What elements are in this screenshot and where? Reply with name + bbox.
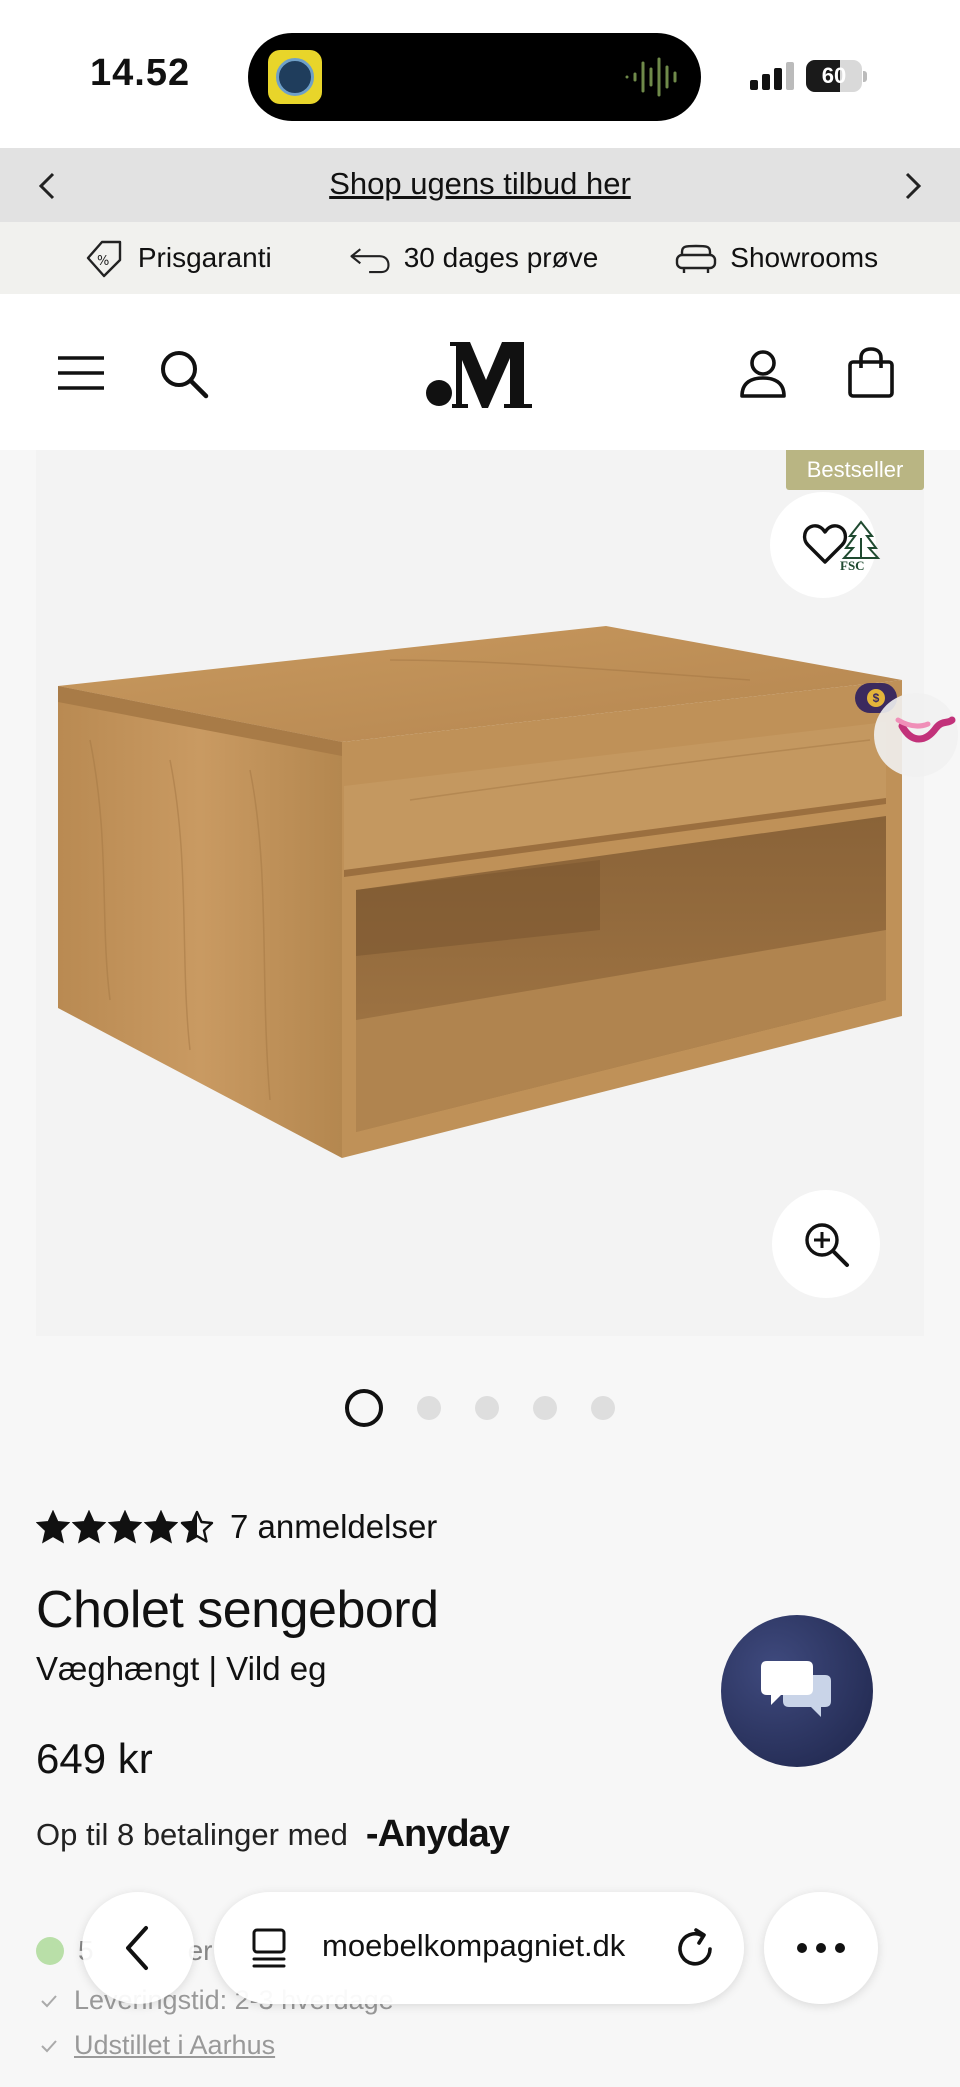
star-full-icon xyxy=(108,1510,142,1544)
star-full-icon xyxy=(36,1510,70,1544)
product-photo-nightstand[interactable] xyxy=(50,600,910,1180)
user-icon[interactable] xyxy=(736,346,790,400)
zoom-button[interactable] xyxy=(772,1190,880,1298)
zoom-in-icon xyxy=(805,1223,849,1267)
promo-bar: Shop ugens tilbud her xyxy=(0,148,960,222)
product-title: Cholet sengebord xyxy=(36,1581,439,1639)
review-count[interactable]: 7 anmeldelser xyxy=(230,1508,437,1546)
search-icon[interactable] xyxy=(156,346,210,400)
more-button[interactable] xyxy=(764,1892,878,2004)
carousel-dot[interactable] xyxy=(345,1389,383,1427)
product-rating[interactable]: 7 anmeldelser xyxy=(36,1508,437,1546)
chevron-right-icon[interactable] xyxy=(892,166,932,206)
fsc-tree-icon: FSC xyxy=(840,520,881,572)
carousel-dot[interactable] xyxy=(591,1396,615,1420)
url-text[interactable]: moebelkompagniet.dk xyxy=(322,1928,625,1964)
product-variant: Væghængt | Vild eg xyxy=(36,1650,327,1687)
chat-bubbles-icon xyxy=(761,1661,831,1717)
usp-showrooms[interactable]: Showrooms xyxy=(674,238,878,278)
price-tag-icon: % xyxy=(86,240,122,278)
usp-label: Showrooms xyxy=(730,242,879,273)
usp-bar: % Prisgaranti 30 dages prøve Showrooms xyxy=(0,222,960,294)
cellular-signal-icon xyxy=(750,62,794,90)
rating-stars xyxy=(36,1510,214,1544)
favorite-button[interactable]: FSC xyxy=(770,492,881,598)
check-icon xyxy=(41,1994,57,2007)
address-bar[interactable]: moebelkompagniet.dk xyxy=(214,1892,744,2004)
product-price: 649 kr xyxy=(36,1735,153,1782)
fsc-label: FSC xyxy=(840,558,865,572)
star-full-icon xyxy=(72,1510,106,1544)
audio-wave-icon xyxy=(625,57,677,97)
promo-link[interactable]: Shop ugens tilbud her xyxy=(0,166,960,202)
payment-info[interactable]: Op til 8 betalinger med -Anyday xyxy=(36,1813,510,1856)
battery-percent: 60 xyxy=(821,63,847,88)
status-bar: 14.52 60 xyxy=(0,0,960,148)
usp-price-guarantee[interactable]: % Prisgaranti xyxy=(82,238,272,278)
more-icon xyxy=(797,1943,845,1953)
usp-label: Prisgaranti xyxy=(137,242,272,273)
hamburger-menu-icon[interactable] xyxy=(54,346,108,400)
usp-trial[interactable]: 30 dages prøve xyxy=(348,238,599,278)
reload-icon[interactable] xyxy=(672,1926,718,1972)
payment-text: Op til 8 betalinger med xyxy=(36,1816,348,1852)
side-widget-icon[interactable] xyxy=(872,690,960,780)
moebelkompagniet-logo[interactable] xyxy=(420,330,540,410)
star-full-icon xyxy=(144,1510,178,1544)
anyday-label: Anyday xyxy=(377,1813,510,1855)
browser-back-button[interactable] xyxy=(82,1892,194,2004)
carousel-dot[interactable] xyxy=(475,1396,499,1420)
bestseller-badge: Bestseller xyxy=(786,450,924,490)
chevron-left-icon xyxy=(126,1926,148,1970)
live-activity-app-icon xyxy=(268,50,322,104)
carousel-dot[interactable] xyxy=(417,1396,441,1420)
chat-button[interactable] xyxy=(721,1615,873,1767)
stock-indicator-dot xyxy=(36,1937,64,1965)
shopping-bag-icon[interactable] xyxy=(844,346,898,400)
showroom-link[interactable]: Udstillet i Aarhus xyxy=(74,2030,275,2061)
dynamic-island xyxy=(248,33,701,121)
anyday-logo: -Anyday xyxy=(365,1813,510,1855)
status-time: 14.52 xyxy=(90,52,191,94)
tabs-icon[interactable] xyxy=(248,1926,292,1970)
usp-label: 30 dages prøve xyxy=(403,242,599,273)
site-header xyxy=(0,294,960,450)
return-arrow-icon xyxy=(350,248,390,274)
svg-text:%: % xyxy=(97,254,109,269)
sofa-icon xyxy=(676,244,717,273)
carousel-dot[interactable] xyxy=(533,1396,557,1420)
carousel-dots xyxy=(0,1388,960,1428)
showroom-info: Udstillet i Aarhus xyxy=(40,2030,275,2061)
check-icon xyxy=(41,2039,57,2052)
battery-indicator: 60 xyxy=(806,60,868,92)
star-half-icon xyxy=(180,1510,214,1543)
